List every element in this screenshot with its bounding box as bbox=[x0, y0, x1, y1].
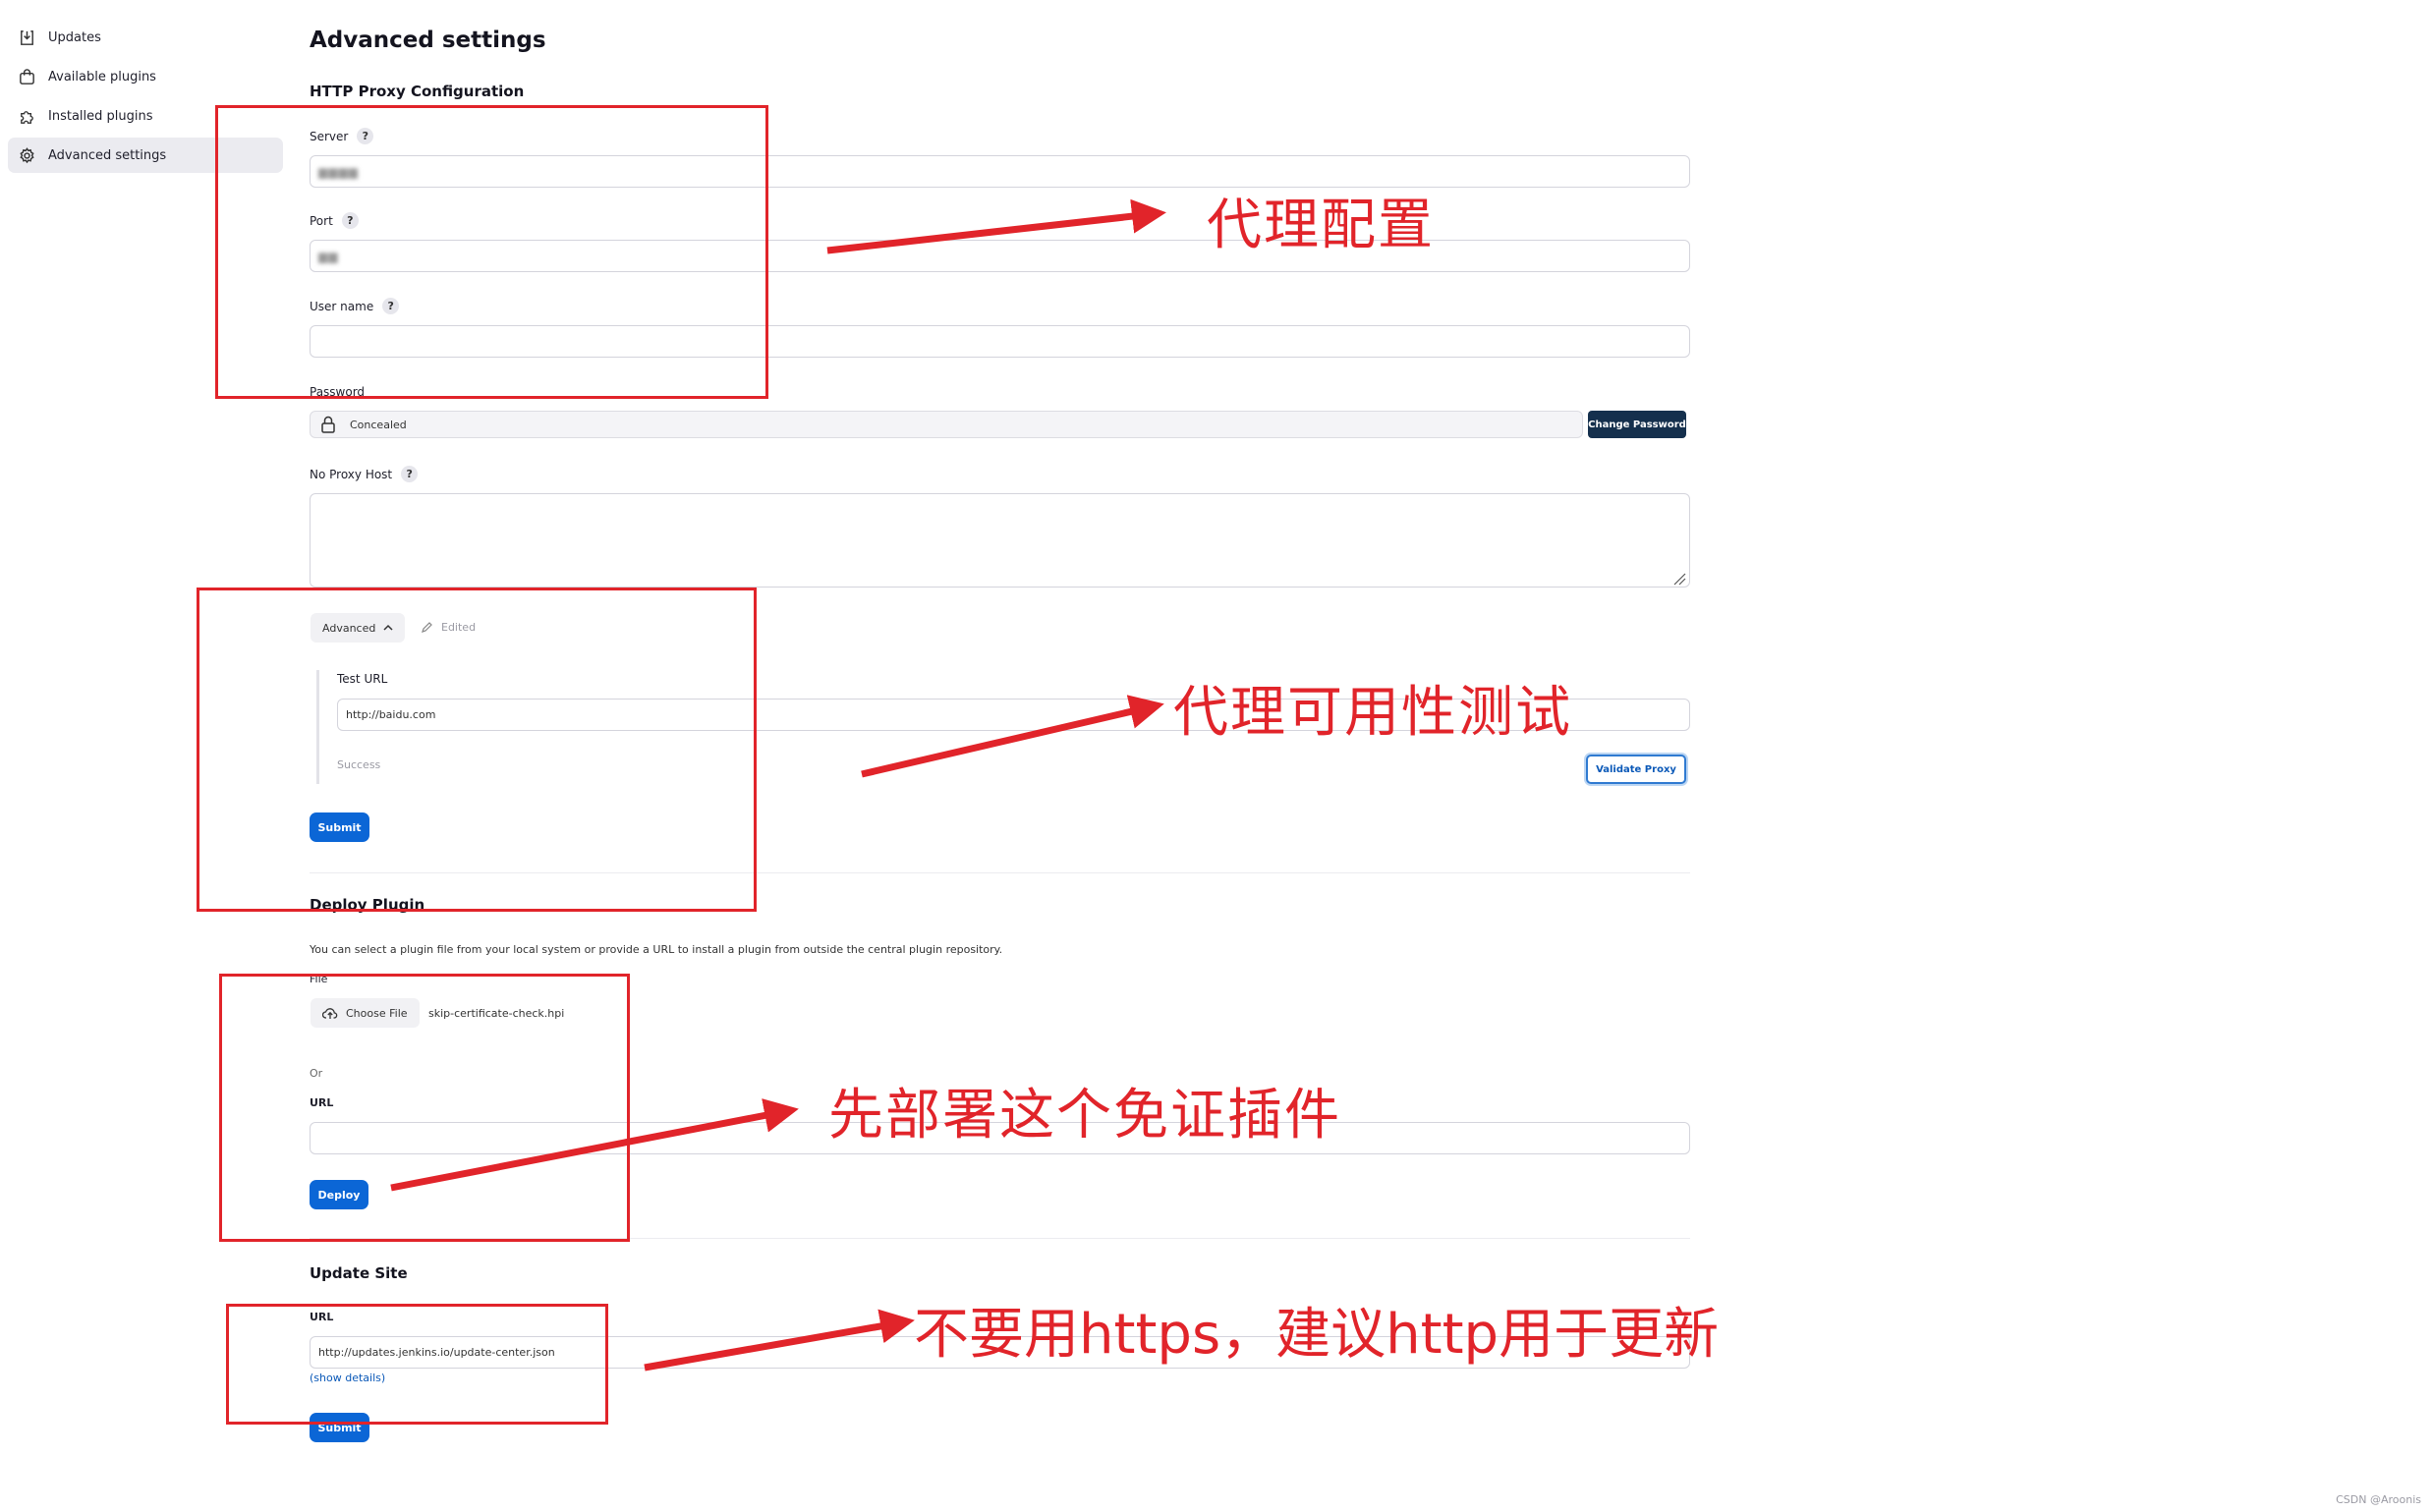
annotation-text-update-site: 不要用https，建议http用于更新 bbox=[914, 1303, 1720, 1367]
annotation-text-proxy-test: 代理可用性测试 bbox=[1173, 681, 1572, 745]
annotation-arrow-2 bbox=[861, 695, 1164, 778]
annotation-text-proxy-config: 代理配置 bbox=[1207, 194, 1435, 257]
annotation-arrow-3 bbox=[390, 1098, 799, 1192]
watermark: CSDN @Aroonis bbox=[2336, 1493, 2421, 1506]
annotation-arrow-4 bbox=[644, 1309, 915, 1372]
annotation-text-deploy: 先部署这个免证插件 bbox=[828, 1084, 1341, 1148]
annotation-arrow-1 bbox=[826, 198, 1166, 254]
